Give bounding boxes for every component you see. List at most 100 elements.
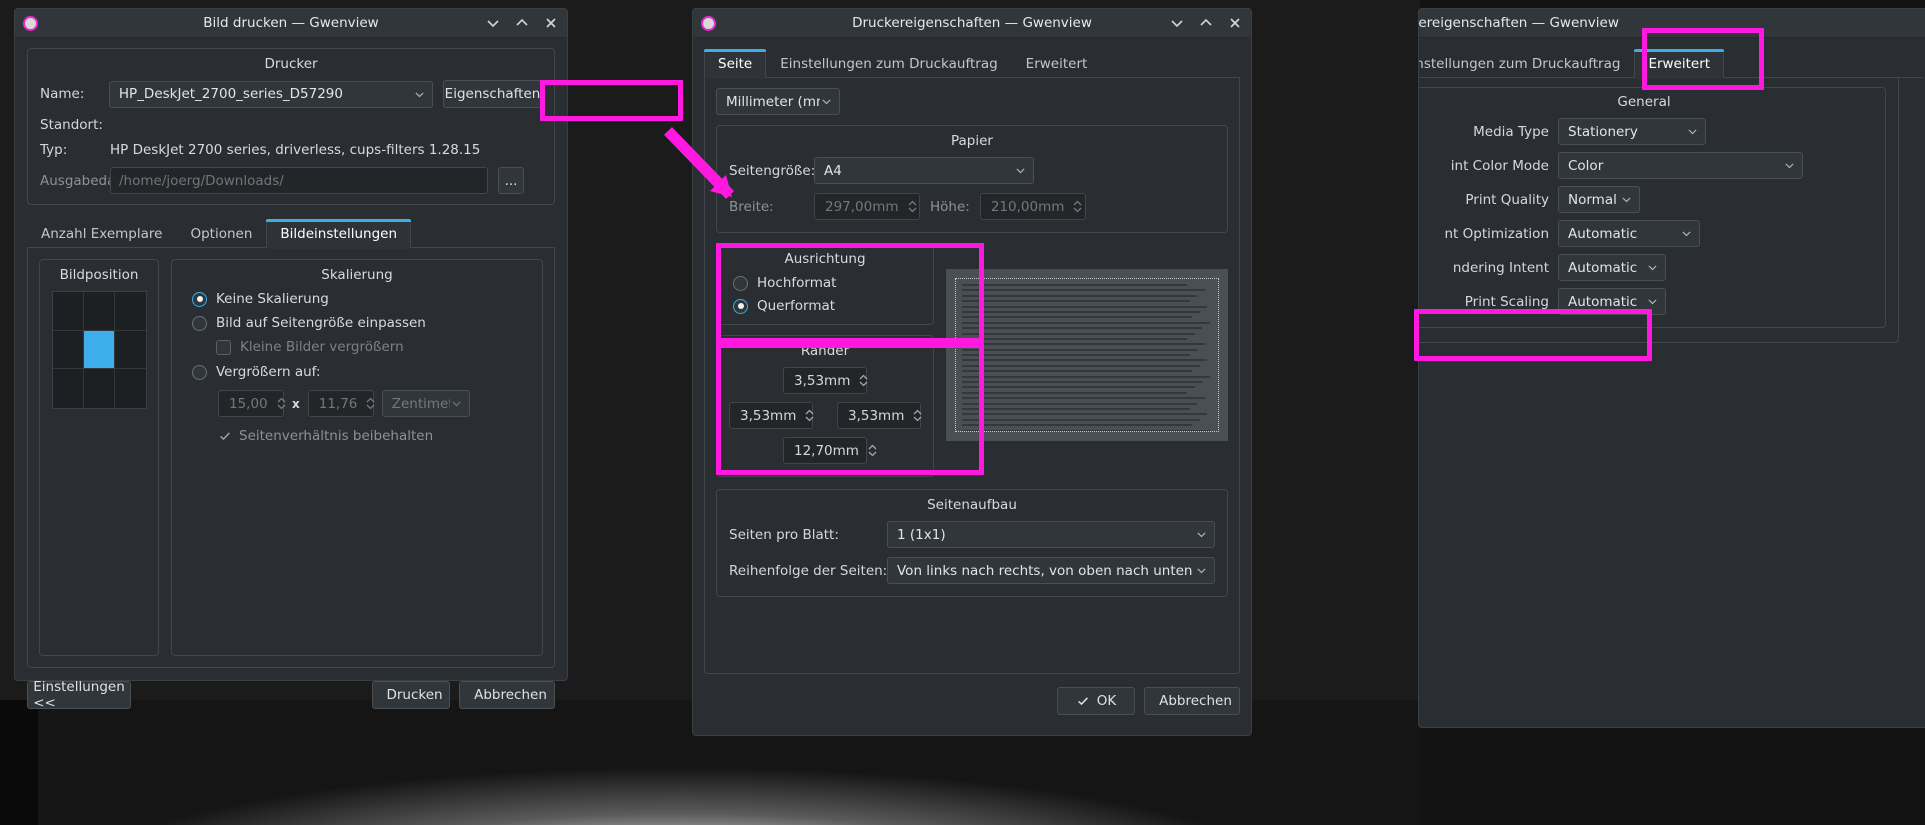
- preview-text-line: [962, 375, 1210, 378]
- paper-groupbox: Papier Seitengröße: A4 Breite: 297,00mm …: [716, 125, 1228, 233]
- checkbox-keep-aspect-ratio[interactable]: Seitenverhältnis beibehalten: [218, 428, 528, 444]
- checkbox-enlarge-small-images[interactable]: Kleine Bilder vergrößern: [216, 339, 528, 355]
- settings-toggle-button[interactable]: Einstellungen <<: [27, 679, 131, 711]
- close-icon[interactable]: [543, 15, 559, 31]
- tab-anzahl-exemplare[interactable]: Anzahl Exemplare: [27, 219, 176, 248]
- printer-name-combo[interactable]: HP_DeskJet_2700_series_D57290: [108, 80, 433, 108]
- minimize-icon[interactable]: [1169, 15, 1185, 31]
- printer-properties-titlebar[interactable]: Druckereigenschaften — Gwenview: [693, 9, 1251, 38]
- print-dialog-titlebar[interactable]: Bild drucken — Gwenview: [15, 9, 567, 38]
- image-position-title: Bildposition: [59, 267, 139, 283]
- margin-left-spinner[interactable]: 3,53mm: [729, 402, 815, 429]
- spinner-arrows-icon[interactable]: [804, 407, 815, 424]
- image-position-grid[interactable]: [51, 291, 147, 409]
- pos-cell-top-center[interactable]: [83, 292, 115, 331]
- tab-druckauftrag[interactable]: Einstellungen zum Druckauftrag: [766, 49, 1011, 78]
- radio-fit-page[interactable]: Bild auf Seitengröße einpassen: [192, 315, 528, 331]
- spinner-arrows-icon[interactable]: [912, 407, 923, 424]
- unit-combo[interactable]: Millimeter (mm): [716, 88, 840, 115]
- page-order-combo[interactable]: Von links nach rechts, von oben nach unt…: [887, 557, 1215, 584]
- preview-text-line: [962, 364, 1200, 367]
- margin-right-spinner[interactable]: 3,53mm: [837, 402, 923, 429]
- spinner-arrows-icon[interactable]: [276, 395, 287, 412]
- pos-cell-middle-right[interactable]: [114, 331, 146, 370]
- pos-cell-top-right[interactable]: [114, 292, 146, 331]
- pos-cell-bottom-center[interactable]: [84, 369, 115, 408]
- pos-cell-top-left[interactable]: [52, 292, 84, 331]
- tab-erweitert[interactable]: Erweitert: [1012, 49, 1102, 78]
- orientation-groupbox: Ausrichtung Hochformat Querformat: [716, 243, 934, 325]
- preview-text-line: [962, 310, 1200, 313]
- margins-groupbox: Ränder 3,53mm 3,53mm 3,53mm 12,70mm: [716, 335, 934, 477]
- chevron-down-icon: [822, 99, 831, 105]
- layout-title: Seitenaufbau: [927, 497, 1017, 513]
- tab-erweitert-adv[interactable]: Erweitert: [1634, 49, 1725, 79]
- print-button[interactable]: Drucken: [372, 681, 450, 709]
- page-preview-content: [955, 278, 1219, 432]
- tab-seite[interactable]: Seite: [704, 49, 767, 79]
- spinner-arrows-icon[interactable]: [867, 442, 878, 459]
- print-button-label: Drucken: [386, 687, 443, 703]
- scale-height-spinner[interactable]: 11,76: [307, 390, 376, 417]
- preview-text-line: [962, 402, 1197, 405]
- media-type-combo[interactable]: Stationery: [1558, 118, 1706, 145]
- media-type-value: Stationery: [1568, 123, 1638, 140]
- margin-bottom-spinner[interactable]: 12,70mm: [783, 437, 877, 464]
- scale-width-spinner[interactable]: 15,00: [218, 390, 287, 417]
- tab-label: Erweitert: [1025, 56, 1088, 72]
- print-scaling-combo[interactable]: Automatic: [1558, 288, 1666, 315]
- print-quality-combo[interactable]: Normal: [1558, 186, 1640, 213]
- close-icon[interactable]: [1227, 15, 1243, 31]
- maximize-icon[interactable]: [514, 15, 530, 31]
- maximize-icon[interactable]: [1198, 15, 1214, 31]
- preview-text-line: [962, 370, 1192, 373]
- cancel-button[interactable]: Abbrechen: [459, 681, 555, 709]
- rendering-intent-combo[interactable]: Automatic: [1558, 254, 1666, 281]
- spinner-arrows-icon[interactable]: [1072, 198, 1083, 215]
- pos-cell-middle-left[interactable]: [52, 330, 84, 370]
- radio-portrait[interactable]: Hochformat: [733, 275, 921, 291]
- radio-label: Keine Skalierung: [216, 291, 329, 307]
- image-position-groupbox: Bildposition: [39, 259, 159, 656]
- app-icon: [701, 15, 716, 31]
- radio-no-scaling[interactable]: Keine Skalierung: [192, 291, 528, 307]
- pos-cell-bottom-left[interactable]: [53, 369, 84, 408]
- spinner-arrows-icon[interactable]: [907, 198, 918, 215]
- printer-properties-button[interactable]: Eigenschaften: [443, 80, 542, 108]
- output-file-input[interactable]: /home/joerg/Downloads/: [110, 167, 488, 194]
- chevron-down-icon: [1016, 168, 1025, 174]
- margin-top-spinner[interactable]: 3,53mm: [783, 367, 869, 394]
- spinner-arrows-icon[interactable]: [858, 372, 869, 389]
- tab-optionen[interactable]: Optionen: [176, 219, 266, 248]
- advanced-properties-titlebar[interactable]: Druckereigenschaften — Gwenview: [1419, 9, 1925, 38]
- props-ok-button[interactable]: OK: [1057, 687, 1135, 715]
- scale-unit-combo[interactable]: Zentimeter: [381, 390, 470, 417]
- paper-height-spinner[interactable]: 210,00mm: [979, 193, 1086, 220]
- preview-text-line: [962, 300, 1190, 303]
- page-order-label: Reihenfolge der Seiten:: [729, 562, 888, 579]
- preview-text-line: [962, 381, 1202, 384]
- chevron-down-icon: [415, 91, 424, 97]
- tab-bildeinstellungen[interactable]: Bildeinstellungen: [266, 219, 412, 249]
- color-mode-combo[interactable]: Color: [1558, 152, 1803, 179]
- paper-width-spinner[interactable]: 297,00mm: [814, 193, 920, 220]
- minimize-icon[interactable]: [485, 15, 501, 31]
- tab-label: Einstellungen zum Druckauftrag: [780, 56, 998, 72]
- page-size-combo[interactable]: A4: [814, 157, 1034, 184]
- print-optimization-combo[interactable]: Automatic: [1558, 220, 1700, 247]
- tab-druckauftrag-adv[interactable]: Einstellungen zum Druckauftrag: [1419, 49, 1634, 78]
- preview-text-line: [962, 424, 1192, 427]
- radio-landscape[interactable]: Querformat: [733, 298, 921, 314]
- preview-text-line: [962, 413, 1207, 416]
- radio-scale-to[interactable]: Vergrößern auf:: [192, 364, 528, 380]
- browse-output-file-button[interactable]: ...: [498, 167, 524, 194]
- print-optimization-label: nt Optimization: [1444, 225, 1550, 242]
- pages-per-sheet-combo[interactable]: 1 (1x1): [887, 521, 1215, 548]
- spinner-arrows-icon[interactable]: [365, 395, 376, 412]
- layout-groupbox: Seitenaufbau Seiten pro Blatt: 1 (1x1) R…: [716, 489, 1228, 597]
- checkbox-label: Kleine Bilder vergrößern: [240, 339, 404, 355]
- printer-group-title: Drucker: [264, 56, 318, 72]
- props-cancel-button[interactable]: Abbrechen: [1144, 687, 1240, 715]
- pos-cell-bottom-right[interactable]: [115, 369, 146, 408]
- pos-cell-middle-center[interactable]: [83, 330, 115, 370]
